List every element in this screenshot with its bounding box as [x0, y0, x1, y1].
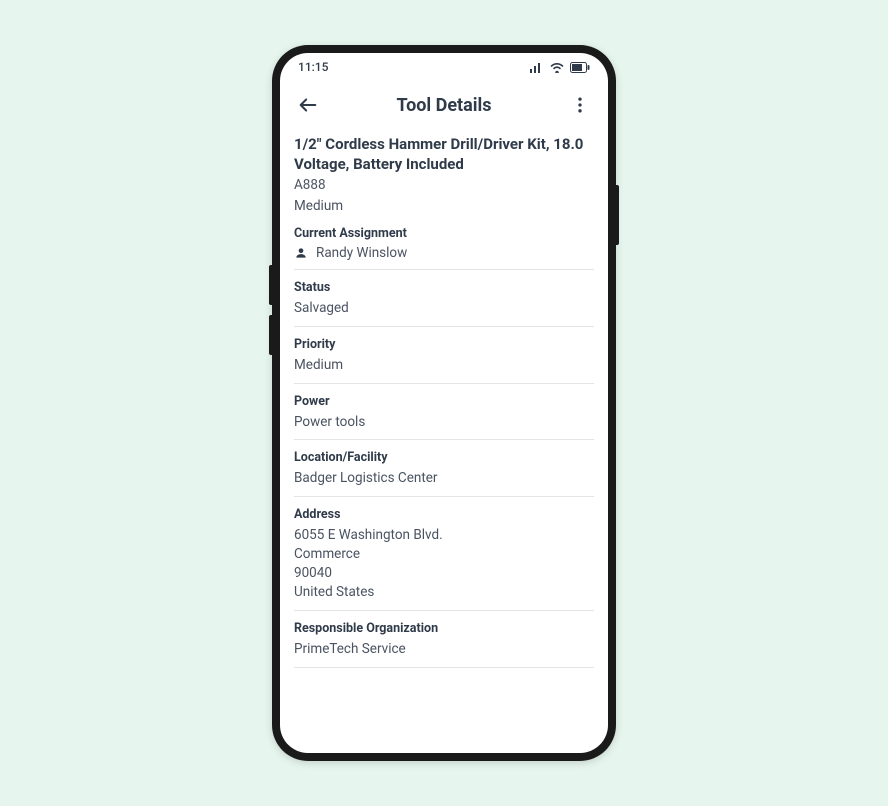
more-vert-icon [570, 95, 590, 115]
tool-code: A888 [294, 176, 594, 195]
section-label: Current Assignment [294, 226, 594, 241]
address-line: 6055 E Washington Blvd. [294, 526, 594, 545]
section-address: Address 6055 E Washington Blvd. Commerce… [294, 497, 594, 611]
arrow-back-icon [297, 94, 319, 116]
more-menu-button[interactable] [566, 91, 594, 119]
back-button[interactable] [294, 91, 322, 119]
screen: 11:15 Tool Details 1/2" Cordless Hammer … [280, 53, 608, 753]
section-power: Power Power tools [294, 384, 594, 441]
app-bar: Tool Details [280, 81, 608, 129]
status-icons [530, 62, 590, 73]
battery-icon [570, 62, 590, 73]
section-label: Status [294, 280, 594, 295]
section-label: Address [294, 507, 594, 522]
section-value: Power tools [294, 413, 594, 432]
phone-frame: 11:15 Tool Details 1/2" Cordless Hammer … [272, 45, 616, 761]
section-label: Responsible Organization [294, 621, 594, 636]
address-line: United States [294, 583, 594, 602]
section-status: Status Salvaged [294, 270, 594, 327]
signal-icon [530, 62, 544, 73]
person-icon [294, 246, 308, 260]
assignment-row: Randy Winslow [294, 245, 594, 261]
address-line: 90040 [294, 564, 594, 583]
section-organization: Responsible Organization PrimeTech Servi… [294, 611, 594, 668]
page-title: Tool Details [280, 95, 608, 116]
wifi-icon [550, 62, 564, 73]
section-label: Location/Facility [294, 450, 594, 465]
section-label: Power [294, 394, 594, 409]
tool-sub: Medium [294, 197, 594, 216]
assignment-value: Randy Winslow [316, 245, 407, 261]
section-location: Location/Facility Badger Logistics Cente… [294, 440, 594, 497]
section-value: PrimeTech Service [294, 640, 594, 659]
section-value: Medium [294, 356, 594, 375]
section-value: Salvaged [294, 299, 594, 318]
tool-header: 1/2" Cordless Hammer Drill/Driver Kit, 1… [294, 135, 594, 216]
section-label: Priority [294, 337, 594, 352]
section-assignment: Current Assignment Randy Winslow [294, 216, 594, 270]
tool-name: 1/2" Cordless Hammer Drill/Driver Kit, 1… [294, 135, 594, 174]
content-scroll[interactable]: 1/2" Cordless Hammer Drill/Driver Kit, 1… [280, 129, 608, 753]
address-line: Commerce [294, 545, 594, 564]
address-block: 6055 E Washington Blvd. Commerce 90040 U… [294, 526, 594, 602]
status-bar: 11:15 [280, 53, 608, 81]
section-value: Badger Logistics Center [294, 469, 594, 488]
status-time: 11:15 [298, 60, 328, 74]
section-priority: Priority Medium [294, 327, 594, 384]
